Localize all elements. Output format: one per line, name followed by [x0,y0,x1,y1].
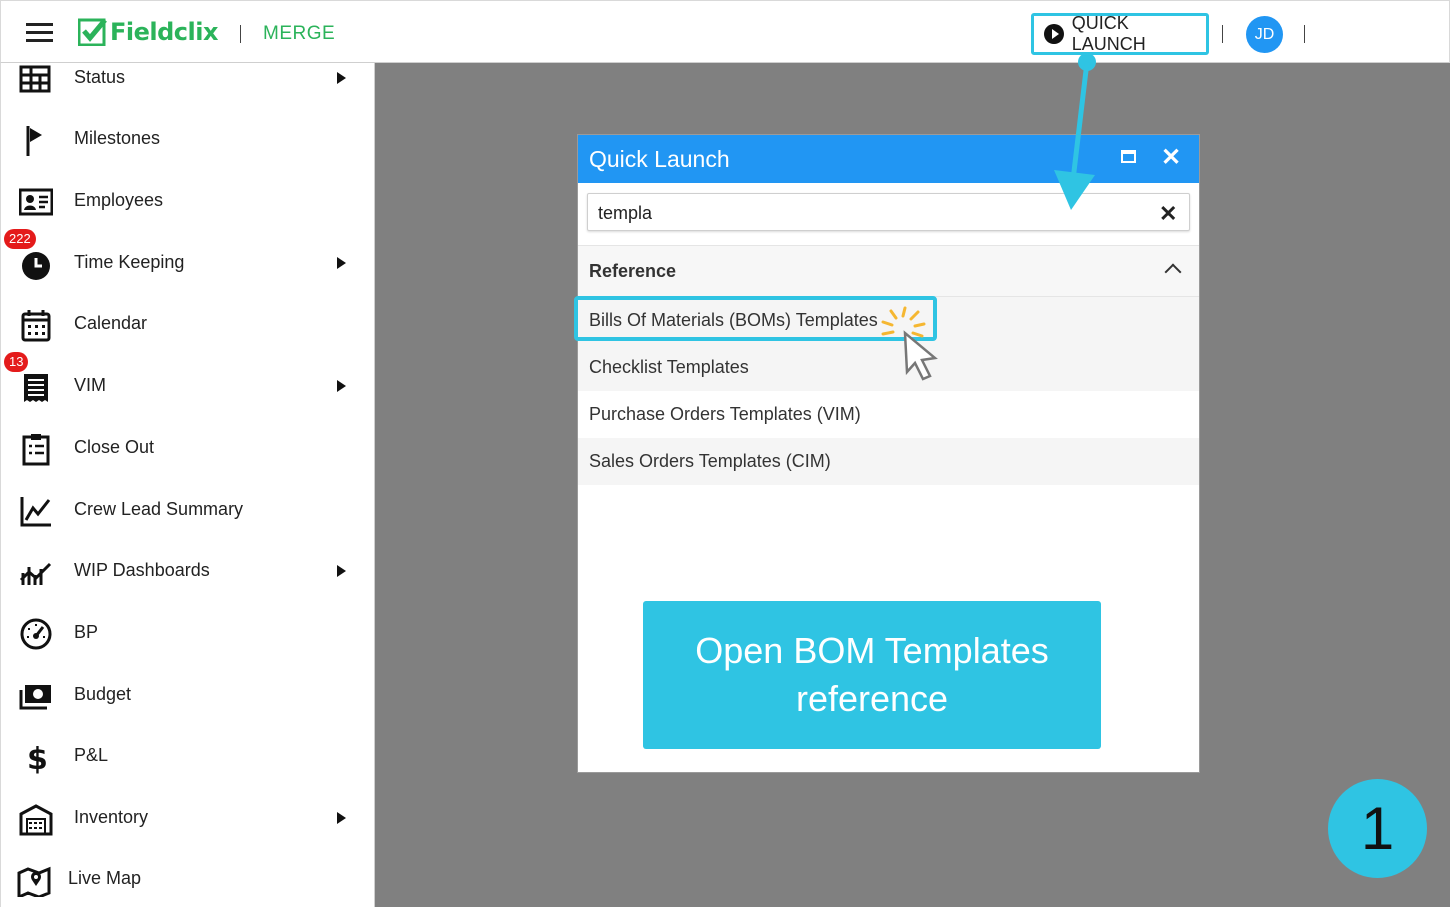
sidebar-item-label: Live Map [68,868,142,888]
sidebar-item-wip-dashboards[interactable]: WIP Dashboards [1,541,375,601]
sidebar-item-label: Inventory [74,807,149,827]
sidebar-item-status[interactable]: Status [1,48,375,108]
play-icon [1044,24,1064,44]
sidebar-item-employees[interactable]: Employees [1,171,375,231]
callout-line-2: reference [795,678,949,719]
result-item[interactable]: Sales Orders Templates (CIM) [578,438,1199,485]
sidebar-item-bp[interactable]: BP [1,603,375,663]
submenu-arrow-icon [337,565,346,577]
sidebar-item-label: Milestones [74,128,161,148]
dollar-icon: $ [27,742,48,774]
svg-text:$: $ [27,742,48,774]
sidebar-item-label: Crew Lead Summary [74,499,244,519]
result-label: Checklist Templates [589,357,749,377]
sidebar-item-label: Status [74,67,126,87]
map-pin-icon [17,866,51,897]
chart-trend-icon [19,562,52,585]
flag-icon [26,126,42,156]
maximize-icon[interactable] [1121,150,1136,163]
calendar-icon [21,310,51,342]
result-item[interactable]: Purchase Orders Templates (VIM) [578,391,1199,438]
sidebar-item-calendar[interactable]: Calendar [1,294,375,354]
id-card-icon [19,188,53,216]
click-burst-icon [881,306,938,381]
clear-search-icon[interactable]: ✕ [1159,201,1177,227]
module-name: MERGE [263,23,336,44]
submenu-arrow-icon [337,812,346,824]
divider [240,25,241,43]
dialog-title: Quick Launch [589,146,730,172]
sidebar-item-label: P&L [74,745,109,765]
sidebar: Status Milestones Employees 222 Time Kee… [0,63,375,907]
section-header-reference[interactable]: Reference [578,245,1199,297]
sidebar-item-close-out[interactable]: Close Out [1,418,375,478]
sidebar-item-budget[interactable]: Budget [1,665,375,725]
user-avatar[interactable]: JD [1246,16,1283,53]
submenu-arrow-icon [337,72,346,84]
sidebar-item-label: Close Out [74,437,155,457]
sidebar-item-label: Time Keeping [74,252,185,272]
sidebar-item-milestones[interactable]: Milestones [1,109,375,169]
sidebar-item-crew-lead-summary[interactable]: Crew Lead Summary [1,480,375,540]
divider [1304,25,1305,43]
callout-line-1: Open BOM Templates [695,630,1049,671]
submenu-arrow-icon [337,257,346,269]
search-value: templa [598,203,653,223]
sidebar-item-label: Calendar [74,313,148,333]
result-label: Sales Orders Templates (CIM) [589,451,831,471]
sidebar-item-label: VIM [74,375,107,395]
sidebar-item-label: Employees [74,190,164,210]
instruction-callout: Open BOM Templates reference [643,601,1101,749]
notification-badge: 222 [4,229,36,249]
sidebar-item-label: Budget [74,684,132,704]
brand-logo[interactable]: Fieldclix [78,17,218,46]
quick-launch-button[interactable]: QUICK LAUNCH [1031,13,1209,55]
sidebar-item-label: WIP Dashboards [74,560,210,580]
sidebar-item-vim[interactable]: 13 VIM [1,352,375,416]
gauge-icon [20,618,52,650]
clock-icon [22,252,50,280]
money-icon [19,685,51,710]
notification-badge: 13 [4,352,29,372]
sidebar-item-time-keeping[interactable]: 222 Time Keeping [1,229,375,293]
result-label: Purchase Orders Templates (VIM) [589,404,861,424]
step-number-badge: 1 [1328,779,1427,878]
sidebar-item-inventory[interactable]: Inventory [1,788,375,848]
logo-check-icon [78,18,107,46]
brand-name: Fieldclix [110,17,218,46]
status-grid-icon [19,65,51,93]
sidebar-item-live-map[interactable]: Live Map [1,849,375,909]
quick-launch-label: QUICK LAUNCH [1071,13,1146,54]
submenu-arrow-icon [337,380,346,392]
sidebar-item-pnl[interactable]: $ P&L [1,726,375,786]
warehouse-icon [19,804,53,836]
chevron-up-icon[interactable] [1164,263,1182,281]
sidebar-item-label: BP [74,622,99,642]
close-icon[interactable]: ✕ [1161,144,1181,172]
receipt-icon [24,374,48,402]
clipboard-list-icon [22,434,50,466]
section-label: Reference [589,261,677,281]
line-chart-icon [20,497,51,527]
hamburger-menu-icon[interactable] [26,23,53,43]
annotation-arrow [1054,53,1096,210]
divider [1222,25,1223,43]
